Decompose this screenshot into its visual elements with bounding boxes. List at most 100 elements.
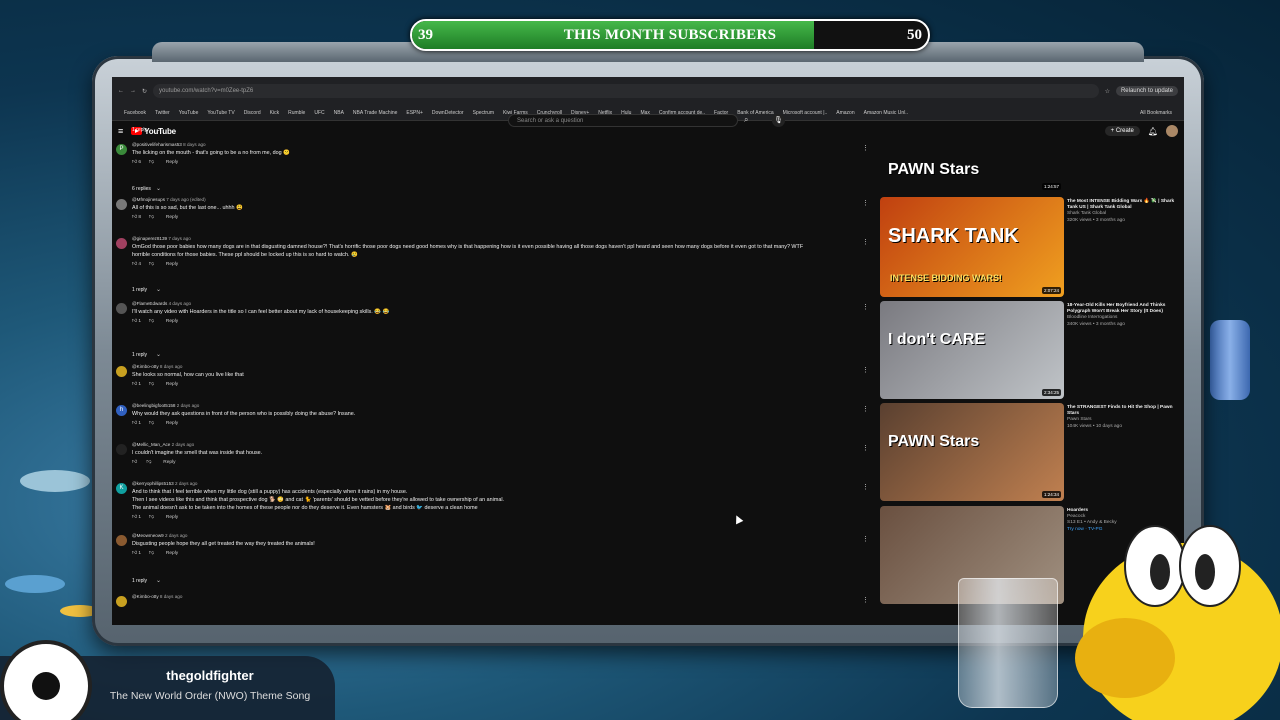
bookmark-item[interactable]: Amazon — [836, 110, 854, 116]
video-duration: 2:34:25 — [1041, 389, 1061, 396]
forward-icon[interactable]: → — [130, 88, 136, 94]
bookmark-item[interactable]: Facebook — [124, 110, 146, 116]
avatar[interactable] — [116, 366, 127, 377]
replies-toggle-label[interactable]: 1 reply — [132, 578, 147, 584]
back-icon[interactable]: ← — [118, 88, 124, 94]
more-options-icon[interactable]: ⋮ — [862, 535, 869, 543]
bookmark-item[interactable]: Bank of America — [737, 110, 773, 116]
bookmark-item[interactable]: Spectrum — [473, 110, 494, 116]
address-bar[interactable]: youtube.com/watch?v=m0Zee-tpZ6 — [153, 84, 1099, 98]
dislike-icon[interactable]: 👎︎ — [149, 262, 154, 267]
bookmark-item[interactable]: UFC — [314, 110, 324, 116]
all-bookmarks[interactable]: All Bookmarks — [1140, 110, 1172, 116]
comment-author[interactable]: @kerryophillips5153 — [132, 481, 174, 486]
comment-text: All of this is so sad, but the last one.… — [132, 205, 243, 211]
avatar[interactable] — [116, 535, 127, 546]
chevron-down-icon[interactable]: ⌄ — [156, 185, 161, 192]
avatar[interactable] — [1166, 125, 1178, 137]
reply-button[interactable]: Reply — [166, 319, 178, 324]
comment-author[interactable]: @positivelifeharismas53 — [132, 142, 182, 147]
video-title[interactable]: 18-Year-Old Kills Her Boyfriend And Thin… — [1067, 303, 1177, 315]
more-options-icon[interactable]: ⋮ — [862, 199, 869, 207]
dislike-icon[interactable]: 👎︎ — [149, 319, 154, 324]
avatar[interactable] — [116, 444, 127, 455]
video-thumbnail[interactable]: PAWN Stars 1:24:57 — [880, 131, 1064, 193]
avatar[interactable] — [116, 238, 127, 249]
comment-author[interactable]: @beelingbigfoot5158 — [132, 403, 176, 408]
comment-time: 2 days ago — [176, 403, 200, 408]
reply-button[interactable]: Reply — [166, 421, 178, 426]
dislike-icon[interactable]: 👎︎ — [146, 460, 151, 465]
reload-icon[interactable]: ↻ — [142, 88, 147, 95]
like-icon[interactable]: 👍︎ — [132, 460, 138, 465]
bookmark-item[interactable]: NBA Trade Machine — [353, 110, 397, 116]
dislike-icon[interactable]: 👎︎ — [149, 551, 154, 556]
create-button[interactable]: + Create — [1104, 126, 1140, 136]
video-title[interactable]: The STRANGEST Finds to Hit the Shop | Pa… — [1067, 405, 1177, 417]
comment-author[interactable]: @ginaperez8139 — [132, 236, 167, 241]
reply-button[interactable]: Reply — [166, 515, 178, 520]
comment-author[interactable]: @Kimbo-otty — [132, 364, 159, 369]
chevron-down-icon[interactable]: ⌄ — [156, 126, 161, 133]
reply-button[interactable]: Reply — [166, 382, 178, 387]
replies-toggle-label[interactable]: 1 reply — [132, 127, 147, 133]
more-options-icon[interactable]: ⋮ — [862, 405, 869, 413]
more-options-icon[interactable]: ⋮ — [862, 483, 869, 491]
reply-button[interactable]: Reply — [166, 160, 178, 165]
bookmark-item[interactable]: Rumble — [288, 110, 305, 116]
comment-author[interactable]: @Meowmeow9 — [132, 533, 164, 538]
reply-button[interactable]: Reply — [166, 551, 178, 556]
fish-decoration — [5, 575, 65, 593]
sub-goal: 50 — [907, 27, 922, 43]
chevron-down-icon[interactable]: ⌄ — [156, 286, 161, 293]
more-options-icon[interactable]: ⋮ — [862, 444, 869, 452]
video-thumbnail[interactable]: I don't CARE 2:34:25 — [880, 301, 1064, 399]
avatar[interactable]: K — [116, 483, 127, 494]
reply-button[interactable]: Reply — [166, 262, 178, 267]
bookmark-item[interactable]: Twitter — [155, 110, 170, 116]
reply-button[interactable]: Reply — [163, 460, 175, 465]
bookmark-item[interactable]: Microsoft account |.. — [783, 110, 828, 116]
star-icon[interactable]: ☆ — [1105, 88, 1110, 95]
bookmark-item[interactable]: YouTube — [179, 110, 199, 116]
video-title[interactable]: The Most INTENSE Bidding Wars 🔥 💸 | Shar… — [1067, 199, 1177, 211]
bookmark-item[interactable]: Discord — [244, 110, 261, 116]
avatar[interactable]: h — [116, 405, 127, 416]
comment-author[interactable]: @Mfmojinesups — [132, 197, 165, 202]
replies-toggle-label[interactable]: 1 reply — [132, 287, 147, 293]
dislike-icon[interactable]: 👎︎ — [149, 421, 154, 426]
dislike-icon[interactable]: 👎︎ — [149, 215, 154, 220]
replies-toggle-label[interactable]: 6 replies — [132, 186, 151, 192]
reply-button[interactable]: Reply — [166, 215, 178, 220]
video-thumbnail[interactable]: PAWN Stars 1:24:34 — [880, 403, 1064, 501]
bookmark-item[interactable]: NBA — [334, 110, 344, 116]
bookmark-item[interactable]: ESPN+ — [406, 110, 423, 116]
chevron-down-icon[interactable]: ⌄ — [156, 351, 161, 358]
search-icon[interactable]: ⌕ — [744, 115, 748, 125]
comment-author[interactable]: @FlameEdwards — [132, 301, 167, 306]
avatar[interactable] — [116, 303, 127, 314]
more-options-icon[interactable]: ⋮ — [862, 303, 869, 311]
bookmark-item[interactable]: YouTube TV — [207, 110, 234, 116]
chevron-down-icon[interactable]: ⌄ — [156, 577, 161, 584]
dislike-icon[interactable]: 👎︎ — [149, 515, 154, 520]
bookmark-item[interactable]: Amazon Music Unl.. — [864, 110, 908, 116]
replies-toggle-label[interactable]: 1 reply — [132, 352, 147, 358]
bookmark-item[interactable]: Kick — [270, 110, 279, 116]
comment-author[interactable]: @Mellic_Man_Ace — [132, 442, 170, 447]
more-options-icon[interactable]: ⋮ — [862, 144, 869, 152]
avatar[interactable]: P — [116, 144, 127, 155]
bell-icon[interactable]: 🔔︎ — [1148, 127, 1158, 136]
more-options-icon[interactable]: ⋮ — [862, 366, 869, 374]
more-options-icon[interactable]: ⋮ — [862, 596, 869, 604]
relaunch-button[interactable]: Relaunch to update — [1115, 86, 1178, 96]
avatar[interactable] — [116, 199, 127, 210]
avatar[interactable] — [116, 596, 127, 607]
dislike-icon[interactable]: 👎︎ — [149, 160, 154, 165]
dislike-icon[interactable]: 👎︎ — [149, 382, 154, 387]
comment-author[interactable]: @Kimbo-otty — [132, 594, 159, 599]
video-thumbnail[interactable]: SHARK TANK INTENSE BIDDING WARS! 2:07:24 — [880, 197, 1064, 297]
more-options-icon[interactable]: ⋮ — [862, 238, 869, 246]
bookmark-item[interactable]: DownDetector — [432, 110, 464, 116]
comment-text: She looks so normal, how can you live li… — [132, 372, 244, 378]
